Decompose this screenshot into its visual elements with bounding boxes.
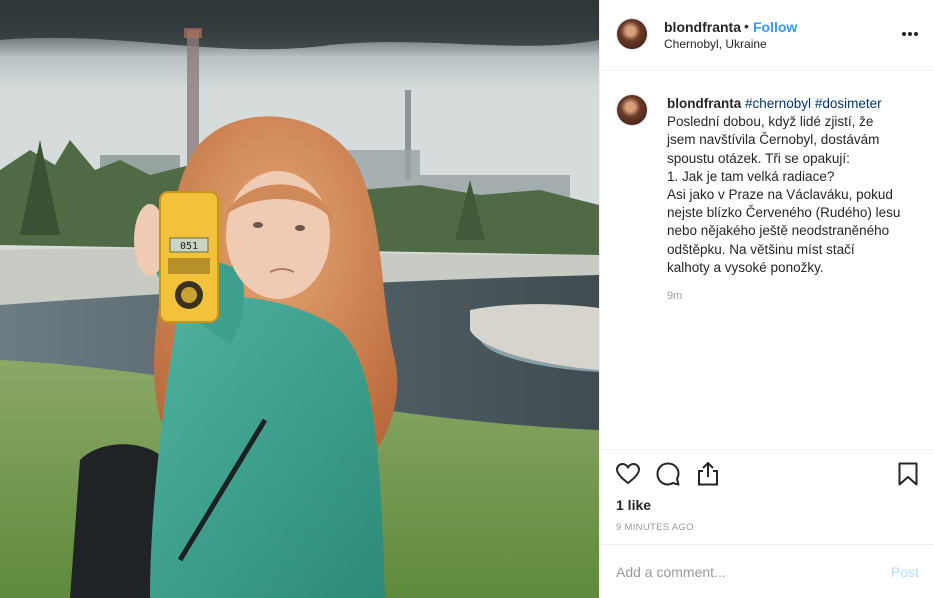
post-timestamp[interactable]: 9 MINUTES AGO	[616, 522, 694, 533]
bookmark-icon[interactable]	[894, 460, 922, 488]
caption-timestamp[interactable]: 9m	[667, 290, 682, 302]
add-comment-bar: Post	[600, 544, 934, 598]
caption-line: nebo nějakého ještě neodstraněného	[667, 223, 890, 239]
post-sidebar: blondfranta • Follow Chernobyl, Ukraine …	[599, 0, 934, 598]
caption-line: spoustu otázek. Tři se opakují:	[667, 150, 850, 166]
comment-icon[interactable]	[654, 460, 682, 488]
post-location[interactable]: Chernobyl, Ukraine	[664, 37, 767, 51]
post-comment-button[interactable]: Post	[891, 564, 919, 580]
avatar[interactable]	[616, 18, 648, 50]
caption-username[interactable]: blondfranta	[667, 96, 741, 111]
post-caption: blondfranta #chernobyl #dosimeter Posled…	[667, 95, 917, 277]
post-actions: 1 like 9 MINUTES AGO	[600, 449, 934, 545]
hashtag-chernobyl[interactable]: #chernobyl	[745, 96, 811, 111]
dosimeter-display: 051	[180, 241, 198, 252]
follow-button[interactable]: Follow	[753, 19, 797, 35]
post-image: 051	[0, 0, 599, 598]
post-header: blondfranta • Follow Chernobyl, Ukraine	[600, 0, 934, 71]
hashtag-dosimeter[interactable]: #dosimeter	[815, 96, 882, 111]
caption-line: Poslední dobou, když lidé zjistí, že	[667, 114, 874, 130]
like-count[interactable]: 1 like	[616, 497, 651, 513]
caption-line: nejste blízko Červeného (Rudého) lesu	[667, 205, 901, 221]
caption-line: odštěpku. Na většinu míst stačí	[667, 241, 855, 257]
heart-icon[interactable]	[614, 460, 642, 488]
caption-line: jsem navštívila Černobyl, dostávám	[667, 132, 880, 148]
comments-section: blondfranta #chernobyl #dosimeter Posled…	[600, 71, 934, 449]
author-username[interactable]: blondfranta	[664, 19, 741, 35]
more-options-icon[interactable]	[900, 26, 920, 42]
caption-line: 1. Jak je tam velká radiace?	[667, 168, 835, 184]
caption-avatar[interactable]	[616, 94, 648, 126]
post-photo[interactable]: 051	[0, 0, 599, 598]
comment-input[interactable]	[616, 561, 876, 583]
separator-dot: •	[744, 18, 749, 34]
share-icon[interactable]	[694, 460, 722, 488]
caption-line: kalhoty a vysoké ponožky.	[667, 259, 824, 275]
caption-line: Asi jako v Praze na Václaváku, pokud	[667, 187, 893, 203]
